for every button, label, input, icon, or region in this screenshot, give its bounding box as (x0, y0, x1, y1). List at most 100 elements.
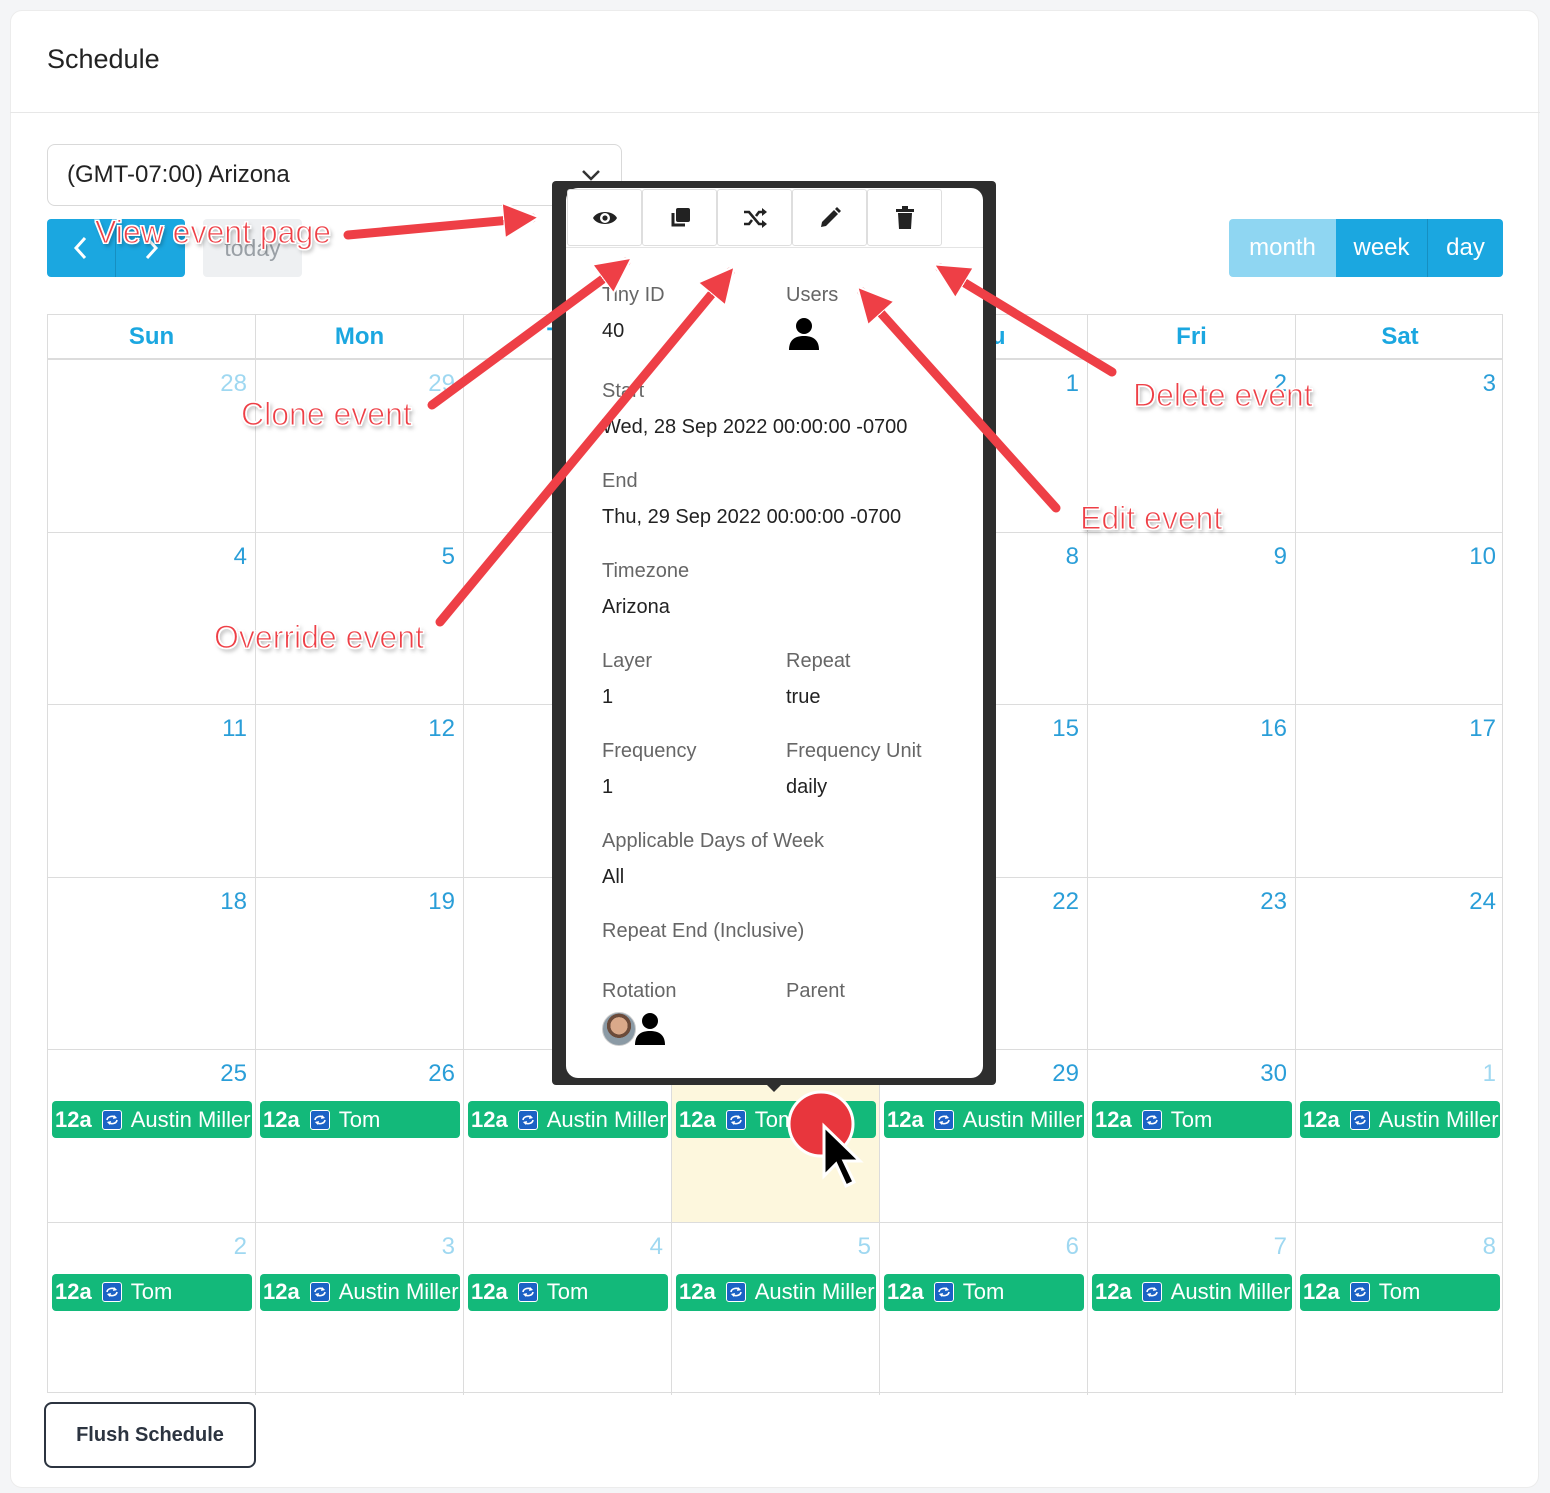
day-cell[interactable]: 3 (1296, 360, 1504, 532)
day-cell[interactable]: 3 12a Austin Miller (256, 1222, 464, 1395)
frequency-unit-label: Frequency Unit (786, 740, 922, 762)
day-number[interactable]: 9 (1274, 543, 1287, 571)
day-cell[interactable]: 25 12a Austin Miller (48, 1050, 256, 1222)
delete-event-button[interactable] (867, 189, 942, 246)
view-month-button[interactable]: month (1229, 219, 1336, 277)
day-number[interactable]: 18 (220, 888, 247, 916)
day-cell[interactable]: 30 12a Tom (1088, 1050, 1296, 1222)
edit-event-button[interactable] (792, 189, 867, 246)
day-number[interactable]: 11 (222, 715, 247, 743)
start-label: Start (602, 380, 645, 402)
day-cell[interactable]: 6 12a Tom (880, 1222, 1088, 1395)
day-number[interactable]: 30 (1260, 1060, 1287, 1088)
calendar-event[interactable]: 12a Tom (468, 1273, 668, 1311)
day-number[interactable]: 2 (234, 1233, 247, 1261)
day-number[interactable]: 3 (1483, 370, 1496, 398)
day-number[interactable]: 23 (1260, 888, 1287, 916)
repeat-icon (517, 1109, 538, 1130)
day-number[interactable]: 29 (428, 370, 455, 398)
timezone-select[interactable]: (GMT-07:00) Arizona (47, 144, 622, 206)
day-cell[interactable]: 17 (1296, 705, 1504, 877)
day-number[interactable]: 15 (1052, 715, 1079, 743)
calendar-event[interactable]: 12a Tom (1300, 1273, 1500, 1311)
calendar-event[interactable]: 12a Austin Miller (260, 1273, 460, 1311)
day-cell[interactable]: 11 (48, 705, 256, 877)
view-event-button[interactable] (567, 189, 642, 246)
event-user-name: Tom (962, 1279, 1005, 1304)
event-time: 12a (887, 1106, 924, 1132)
day-number[interactable]: 8 (1066, 543, 1079, 571)
day-cell[interactable]: 19 (256, 877, 464, 1050)
day-number[interactable]: 5 (858, 1233, 871, 1261)
day-number[interactable]: 7 (1274, 1233, 1287, 1261)
day-number[interactable]: 8 (1483, 1233, 1496, 1261)
day-cell[interactable]: 29 (256, 360, 464, 532)
calendar-event[interactable]: 12a Tom (52, 1273, 252, 1311)
tiny-id-label: Tiny ID (602, 284, 665, 306)
day-cell[interactable]: 12 (256, 705, 464, 877)
day-number[interactable]: 24 (1469, 888, 1496, 916)
calendar-event[interactable]: 12a Austin Miller (1300, 1101, 1500, 1138)
day-number[interactable]: 16 (1260, 715, 1287, 743)
day-number[interactable]: 4 (650, 1233, 663, 1261)
day-number[interactable]: 12 (428, 715, 455, 743)
clone-event-button[interactable] (642, 189, 717, 246)
header-divider (10, 112, 1540, 113)
calendar-event[interactable]: 12a Austin Miller (468, 1101, 668, 1138)
day-cell[interactable]: 5 12a Austin Miller (672, 1222, 880, 1395)
calendar-event[interactable]: 12a Austin Miller (676, 1273, 876, 1311)
view-day-button[interactable]: day (1428, 219, 1503, 277)
day-cell[interactable]: 23 (1088, 877, 1296, 1050)
repeat-icon (933, 1282, 954, 1302)
calendar-event[interactable]: 12a Tom (884, 1273, 1084, 1311)
day-number[interactable]: 5 (442, 543, 455, 571)
calendar-event[interactable]: 12a Tom (1092, 1101, 1292, 1138)
event-user-name: Austin Miller (754, 1279, 875, 1304)
day-cell[interactable]: 4 12a Tom (464, 1222, 672, 1395)
day-cell[interactable]: 1 12a Austin Miller (1296, 1050, 1504, 1222)
day-cell[interactable]: 2 12a Tom (48, 1222, 256, 1395)
day-cell[interactable]: 8 12a Tom (1296, 1223, 1504, 1395)
day-number[interactable]: 19 (428, 888, 455, 916)
trash-icon (895, 205, 914, 229)
avatar[interactable] (602, 1012, 636, 1046)
day-number[interactable]: 25 (220, 1060, 247, 1088)
day-cell[interactable]: 9 (1088, 532, 1296, 705)
flush-schedule-button[interactable]: Flush Schedule (44, 1402, 256, 1468)
day-number[interactable]: 22 (1052, 888, 1079, 916)
day-number[interactable]: 1 (1483, 1060, 1496, 1088)
override-event-button[interactable] (717, 189, 792, 246)
event-user-name: Austin Miller (962, 1106, 1083, 1132)
day-cell[interactable]: 18 (48, 877, 256, 1050)
day-number[interactable]: 4 (234, 543, 247, 571)
view-week-button[interactable]: week (1336, 219, 1428, 277)
event-user-name: Tom (1378, 1279, 1421, 1304)
day-number[interactable]: 28 (220, 370, 247, 398)
day-number[interactable]: 3 (442, 1233, 455, 1261)
day-cell[interactable]: 16 (1088, 705, 1296, 877)
day-cell[interactable]: 10 (1296, 533, 1504, 705)
calendar-event[interactable]: 12a Austin Miller (884, 1101, 1084, 1138)
frequency-label: Frequency (602, 740, 697, 762)
repeat-icon (725, 1109, 746, 1130)
day-number[interactable]: 1 (1066, 370, 1079, 398)
day-cell[interactable]: 26 12a Tom (256, 1050, 464, 1222)
day-of-week-header: Sun (48, 315, 256, 359)
day-cell[interactable]: 7 12a Austin Miller (1088, 1222, 1296, 1395)
day-number[interactable]: 6 (1066, 1233, 1079, 1261)
override-event-annotation: Override event (214, 619, 425, 656)
day-number[interactable]: 29 (1052, 1060, 1079, 1088)
day-of-week-header: Mon (256, 315, 464, 359)
event-user-name: Austin Miller (1378, 1106, 1499, 1132)
timezone-label: Timezone (602, 560, 690, 582)
day-number[interactable]: 26 (428, 1060, 455, 1088)
calendar-event[interactable]: 12a Austin Miller (1092, 1273, 1292, 1311)
day-number[interactable]: 17 (1469, 715, 1496, 743)
day-cell[interactable]: 28 (48, 360, 256, 532)
day-cell[interactable]: 24 (1296, 878, 1504, 1050)
event-time: 12a (471, 1106, 508, 1132)
day-number[interactable]: 10 (1469, 543, 1496, 571)
timezone-value: Arizona (602, 596, 670, 618)
calendar-event[interactable]: 12a Tom (260, 1101, 460, 1138)
calendar-event[interactable]: 12a Austin Miller (52, 1101, 252, 1138)
